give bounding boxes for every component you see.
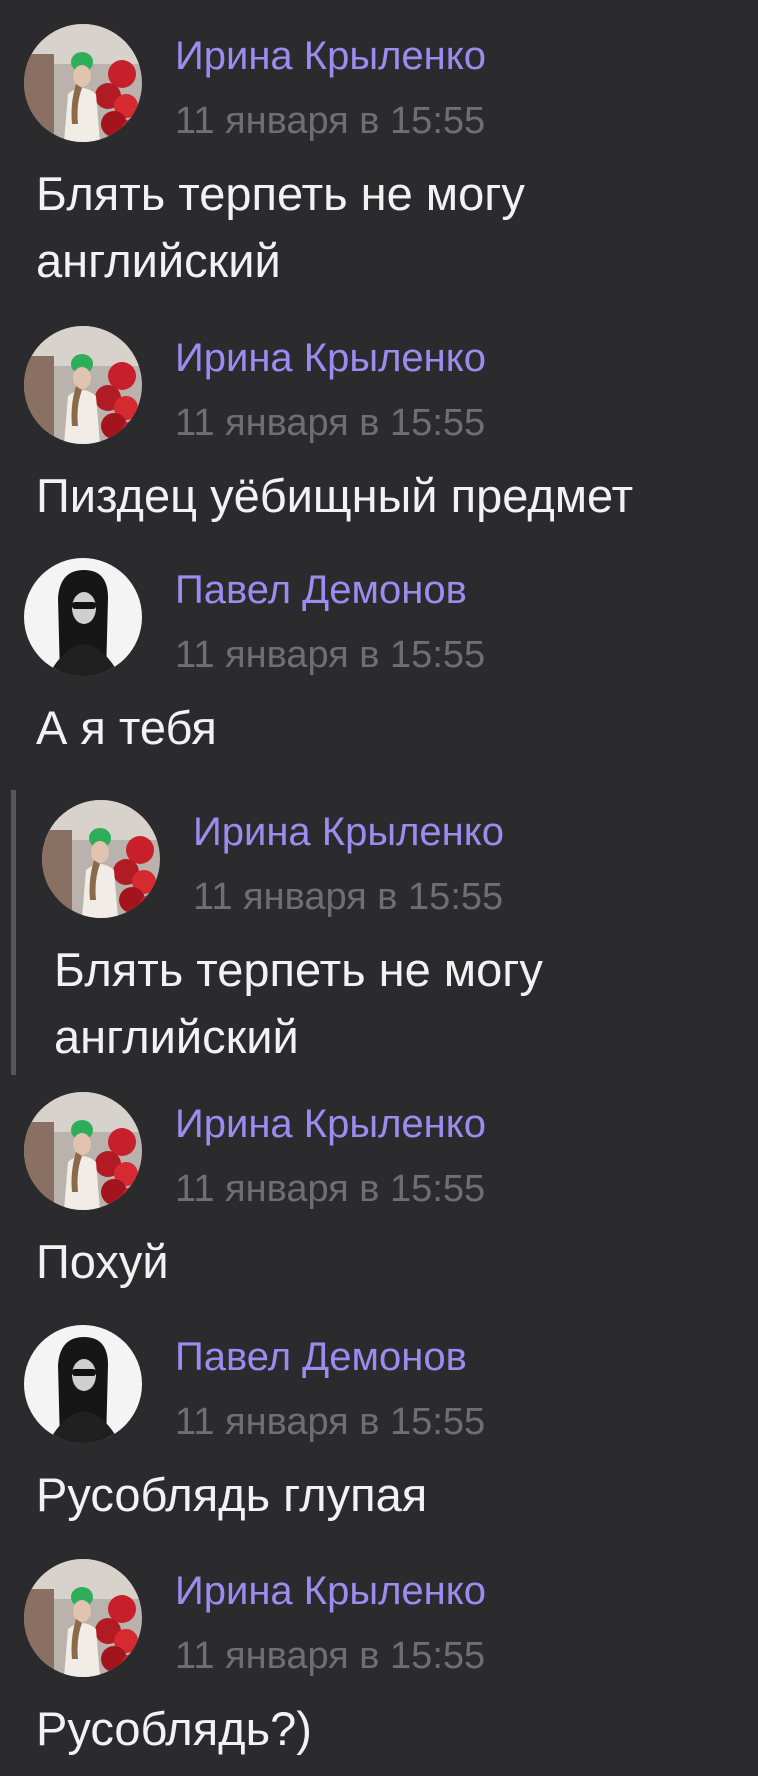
message-text: Блять терпеть не могу английский [36,167,525,287]
author-name[interactable]: Ирина Крыленко [193,810,504,855]
message-text: А я тебя [36,701,217,754]
message-time: 11 января в 15:55 [193,876,504,918]
irina-avatar[interactable] [24,1092,142,1210]
message-time: 11 января в 15:55 [175,1635,486,1677]
pavel-avatar[interactable] [24,1325,142,1443]
message-time: 11 января в 15:55 [175,1401,486,1443]
message-text: Русоблядь?) [36,1702,312,1755]
irina-avatar[interactable] [24,24,142,142]
pavel-avatar[interactable] [24,558,142,676]
irina-avatar[interactable] [24,1559,142,1677]
author-name[interactable]: Ирина Крыленко [175,34,486,79]
message-time: 11 января в 15:55 [175,100,486,142]
irina-avatar[interactable] [24,326,142,444]
message-text: Блять терпеть не могу английский [54,943,543,1063]
author-name[interactable]: Ирина Крыленко [175,336,486,381]
message-text: Пиздец уёбищный предмет [36,469,634,522]
message-text: Похуй [36,1235,169,1288]
author-name[interactable]: Ирина Крыленко [175,1569,486,1614]
message-text: Русоблядь глупая [36,1468,428,1521]
message-time: 11 января в 15:55 [175,1168,486,1210]
quote-bar [11,790,16,1075]
author-name[interactable]: Павел Демонов [175,568,467,613]
author-name[interactable]: Павел Демонов [175,1335,467,1380]
message-time: 11 января в 15:55 [175,634,486,676]
author-name[interactable]: Ирина Крыленко [175,1102,486,1147]
message-time: 11 января в 15:55 [175,402,486,444]
chat-thread: Ирина Крыленко 11 января в 15:55 Блять т… [0,0,758,1776]
irina-avatar[interactable] [42,800,160,918]
